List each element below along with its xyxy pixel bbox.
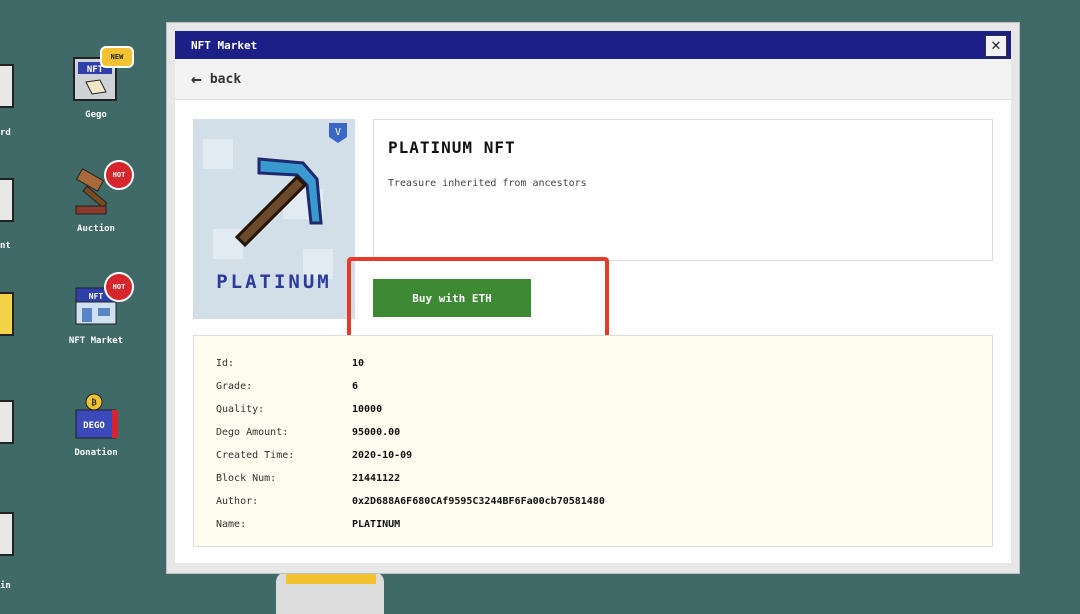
- desktop-icon-label: Gego: [85, 110, 107, 120]
- nft-market-window: NFT Market ✕ ← back V PLATINUM PLATINUM …: [166, 22, 1020, 574]
- svg-text:₿: ₿: [91, 397, 97, 407]
- svg-text:DEGO: DEGO: [83, 421, 105, 431]
- back-button[interactable]: ← back: [191, 69, 241, 90]
- arrow-left-icon: ←: [191, 68, 202, 90]
- partial-desktop-icon[interactable]: [0, 400, 14, 444]
- new-badge: NEW: [100, 46, 134, 68]
- partial-desktop-icon[interactable]: [0, 178, 14, 222]
- nft-description: Treasure inherited from ancestors: [388, 178, 587, 189]
- partial-icon-label: rd: [0, 128, 11, 138]
- partial-desktop-icon[interactable]: [0, 292, 14, 336]
- donation-box-icon: DEGO ₿: [72, 392, 120, 440]
- detail-row: Author: 0x2D688A6F680CAf9595C3244BF6Fa00c…: [216, 496, 605, 507]
- desktop-icon-label: Donation: [74, 448, 118, 458]
- window-title: NFT Market: [191, 38, 258, 52]
- desktop-icon-nft-market[interactable]: NFT HOT NFT Market: [56, 272, 136, 346]
- svg-text:NFT: NFT: [89, 292, 104, 301]
- partial-desktop-figure: [276, 572, 384, 614]
- nft-card-icon: NFT NEW: [72, 46, 134, 102]
- hot-badge: HOT: [104, 160, 134, 190]
- buy-with-eth-button[interactable]: Buy with ETH: [373, 279, 531, 317]
- nft-details-panel: Id: 10 Grade: 6 Quality: 10000 Dego Amount:…: [193, 335, 993, 547]
- desktop-icon-label: NFT Market: [68, 336, 124, 346]
- detail-row: Created Time: 2020-10-09: [216, 450, 413, 461]
- nft-image: V PLATINUM: [193, 119, 355, 319]
- window-navbar: ← back: [175, 59, 1011, 100]
- close-button[interactable]: ✕: [985, 35, 1007, 57]
- detail-row: Dego Amount: 95000.00: [216, 427, 401, 438]
- detail-row: Block Num: 21441122: [216, 473, 401, 484]
- gavel-icon: HOT: [72, 160, 134, 216]
- desktop-icon-label: Auction: [77, 224, 115, 234]
- window-titlebar[interactable]: NFT Market ✕: [175, 31, 1011, 59]
- detail-row: Quality: 10000: [216, 404, 383, 415]
- desktop-icon-auction[interactable]: HOT Auction: [56, 160, 136, 234]
- market-store-icon: NFT HOT: [72, 272, 134, 328]
- desktop-icon-donation[interactable]: DEGO ₿ Donation: [56, 392, 136, 458]
- hot-badge: HOT: [104, 272, 134, 302]
- detail-row: Name: PLATINUM: [216, 519, 401, 530]
- partial-desktop-icon[interactable]: [0, 512, 14, 556]
- nft-name: PLATINUM NFT: [388, 138, 516, 157]
- partial-icon-label: nt: [0, 241, 11, 251]
- partial-icon-label: in: [0, 581, 11, 591]
- back-label: back: [209, 71, 242, 87]
- nft-info-box: PLATINUM NFT Treasure inherited from anc…: [373, 119, 993, 261]
- detail-row: Grade: 6: [216, 381, 359, 392]
- partial-desktop-icon[interactable]: [0, 64, 14, 108]
- close-icon: ✕: [991, 35, 1001, 54]
- desktop-icon-gego[interactable]: NFT NEW Gego: [56, 46, 136, 120]
- detail-row: Id: 10: [216, 358, 365, 369]
- nft-image-label: PLATINUM: [216, 271, 332, 293]
